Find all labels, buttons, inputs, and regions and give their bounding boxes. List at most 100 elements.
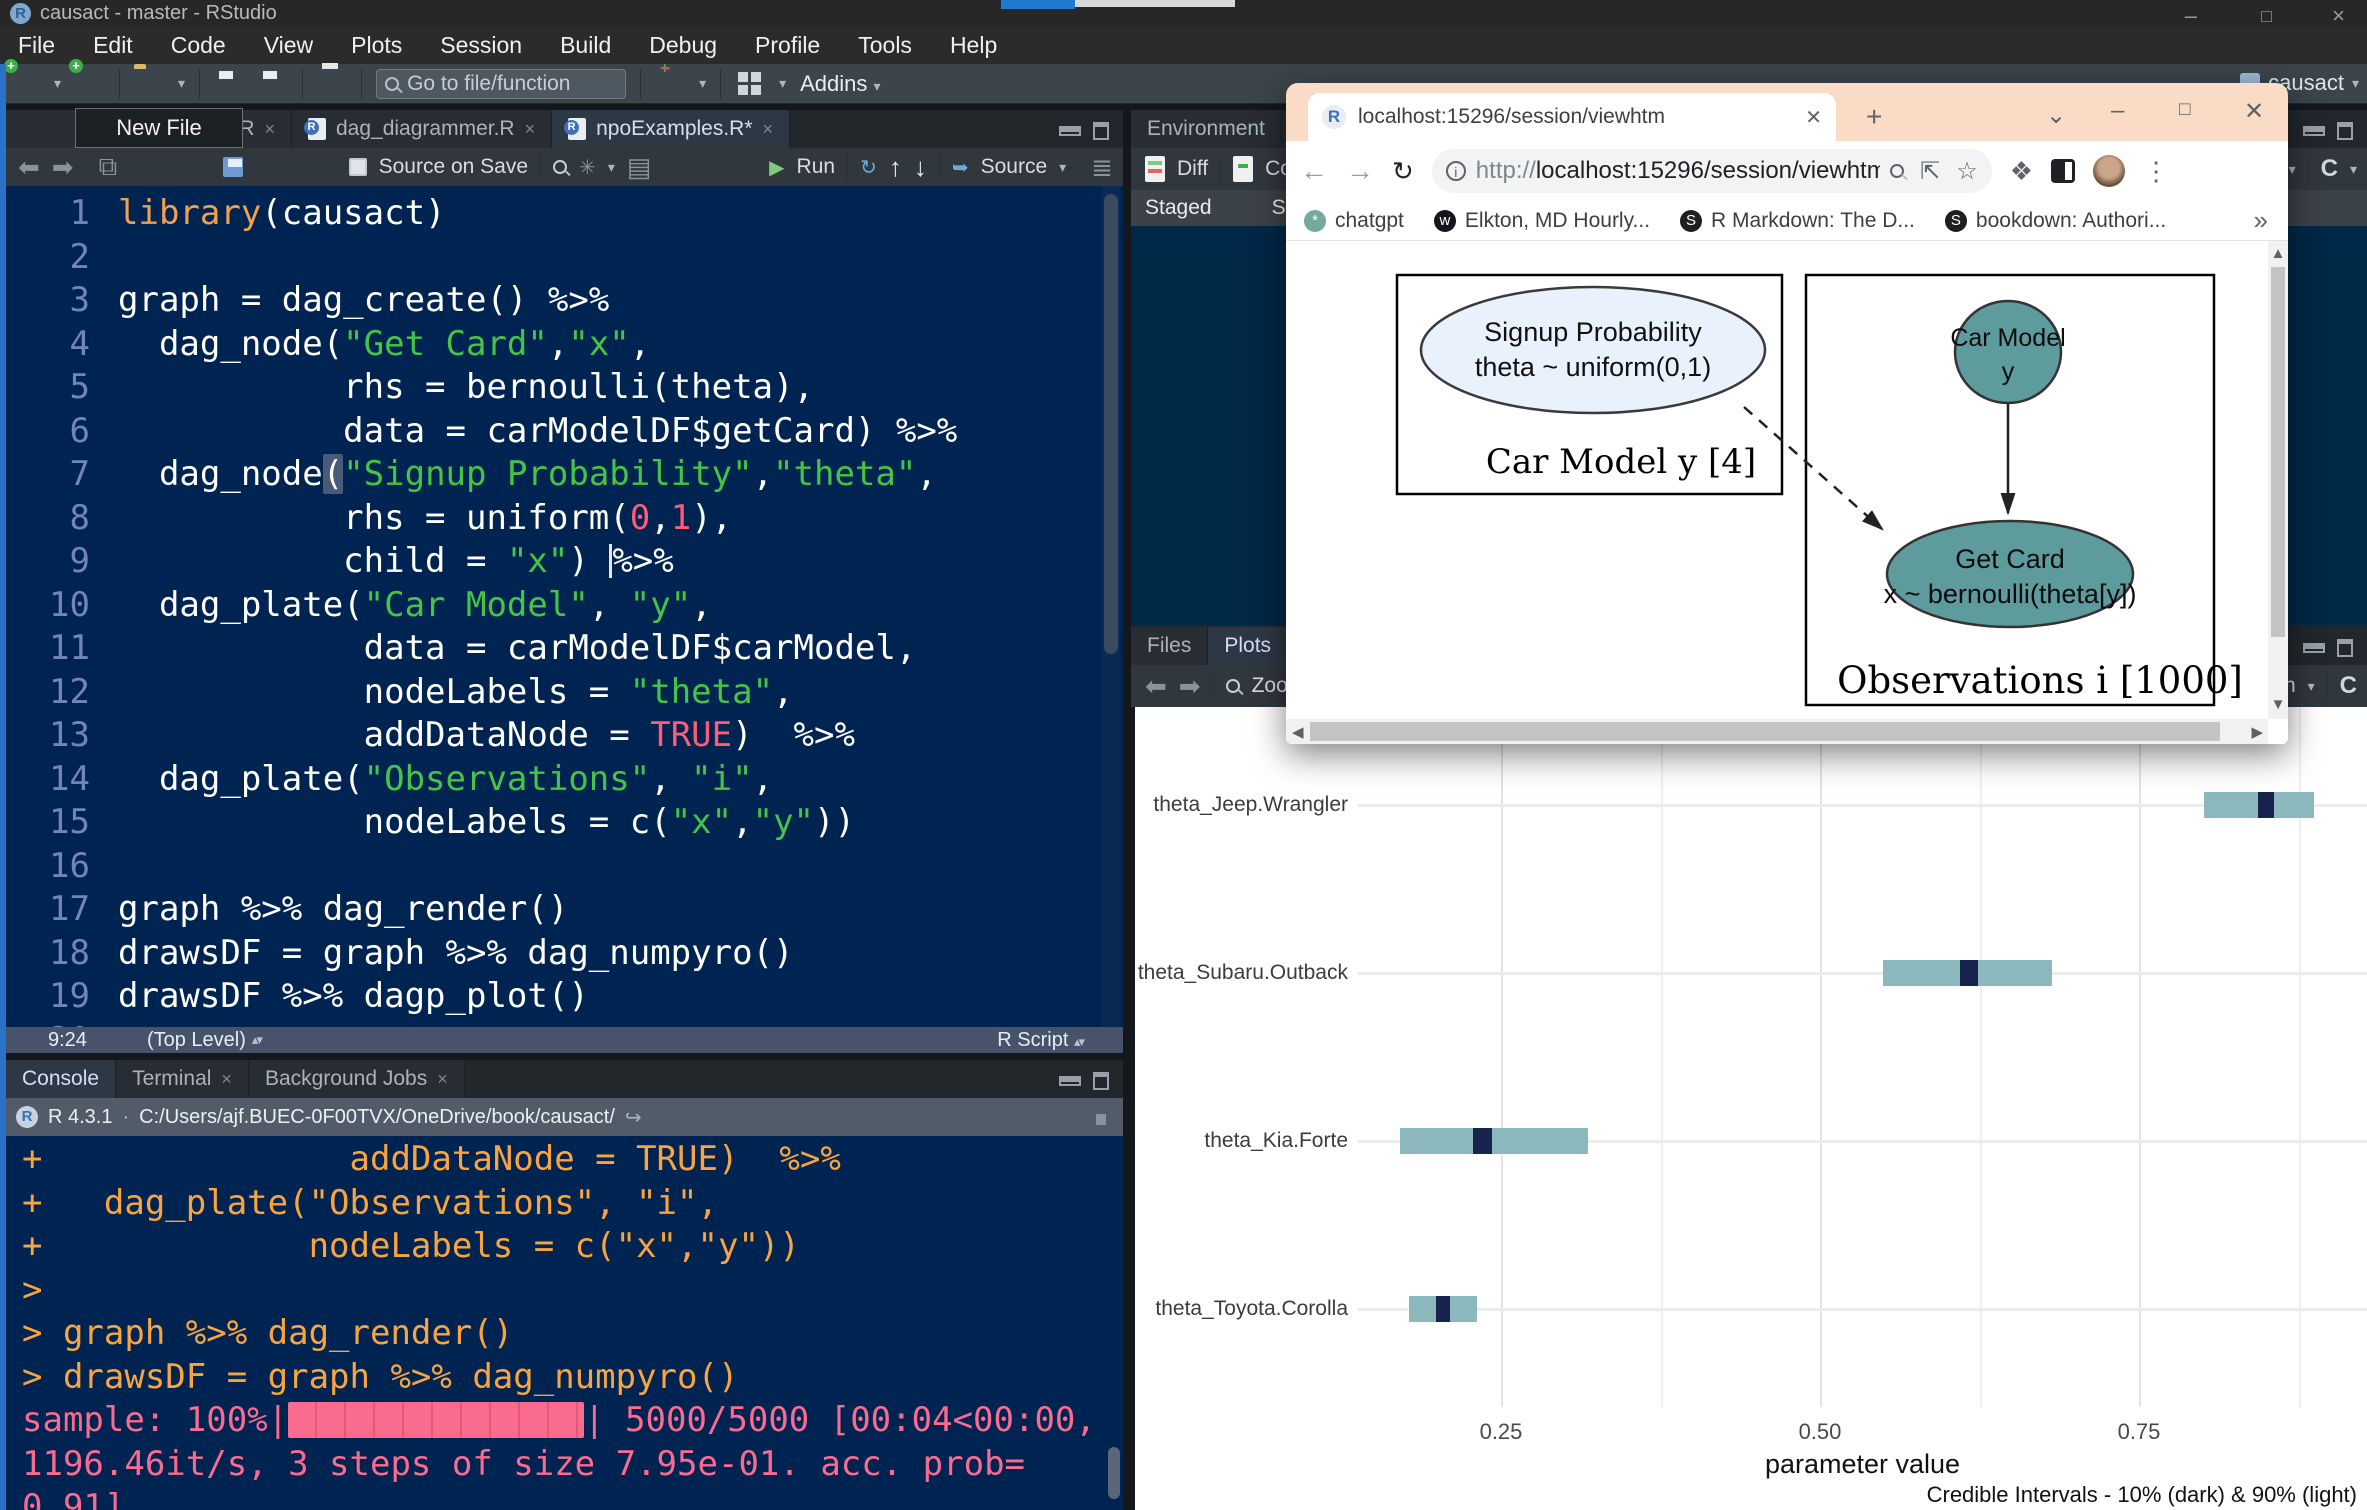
bookmark-rmarkdown[interactable]: SR Markdown: The D... [1680, 209, 1915, 233]
bookmark-star-icon[interactable]: ☆ [1956, 157, 1978, 186]
address-bar[interactable]: i http://localhost:15296/session/viewhtm… [1432, 149, 1992, 193]
menu-item-build[interactable]: Build [560, 32, 611, 59]
source-on-save-checkbox[interactable] [349, 158, 367, 176]
browser-close-button[interactable]: ✕ [2244, 97, 2264, 126]
horizontal-scroll-thumb[interactable] [1310, 722, 2220, 741]
menu-item-file[interactable]: File [18, 32, 55, 59]
code-editor[interactable]: 1library(causact)23graph = dag_create() … [6, 186, 1102, 1027]
file-type-selector[interactable]: R Script ▴▾ [997, 1029, 1083, 1052]
new-file-button[interactable]: + [10, 69, 40, 99]
tab-search-chevron-icon[interactable]: ⌄ [2046, 101, 2066, 130]
previous-plot-icon[interactable]: ⬅ [1145, 671, 1167, 702]
code-line[interactable]: 11 data = carModelDF$carModel, [6, 627, 1102, 671]
workspace-panes-button[interactable] [735, 69, 765, 99]
code-line[interactable]: 14 dag_plate("Observations", "i", [6, 758, 1102, 802]
menu-item-plots[interactable]: Plots [351, 32, 402, 59]
diff-icon[interactable] [1145, 156, 1165, 182]
minimize-pane-icon[interactable] [1059, 1076, 1081, 1086]
new-file-dropdown-icon[interactable]: ▾ [54, 75, 61, 92]
code-line[interactable]: 8 rhs = uniform(0,1), [6, 497, 1102, 541]
browser-maximize-button[interactable]: □ [2179, 99, 2190, 121]
tab-files[interactable]: Files [1131, 627, 1208, 665]
bookmark-bookdown[interactable]: Sbookdown: Authori... [1945, 209, 2166, 233]
tab-console[interactable]: Console [6, 1060, 116, 1098]
find-icon[interactable] [553, 160, 567, 174]
code-line[interactable]: 17graph %>% dag_render() [6, 888, 1102, 932]
editor-scrollbar-thumb[interactable] [1104, 194, 1118, 654]
git-more-dropdown-icon[interactable]: ▾ [2289, 161, 2296, 178]
menu-item-profile[interactable]: Profile [755, 32, 820, 59]
run-button[interactable]: Run [797, 155, 836, 179]
document-outline-icon[interactable]: ≣ [1091, 152, 1123, 183]
goto-file-input[interactable]: Go to file/function [376, 69, 626, 99]
zoom-plot-icon[interactable] [1226, 679, 1240, 693]
share-icon[interactable]: ⇱ [1920, 157, 1940, 186]
rerun-icon[interactable]: ↻ [860, 155, 877, 180]
code-line[interactable]: 6 data = carModelDF$getCard) %>% [6, 410, 1102, 454]
code-line[interactable]: 2 [6, 236, 1102, 280]
working-directory[interactable]: C:/Users/ajf.BUEC-0F00TVX/OneDrive/book/… [139, 1106, 615, 1129]
code-tools-dropdown-icon[interactable]: ▾ [608, 159, 615, 176]
goto-directory-icon[interactable]: ↪ [625, 1105, 642, 1130]
refresh-dropdown-icon[interactable]: ▾ [2350, 161, 2357, 178]
git-dropdown-icon[interactable]: ▾ [699, 75, 706, 92]
tab-environment[interactable]: Environment [1131, 110, 1282, 148]
close-tab-icon[interactable]: ✕ [1805, 105, 1822, 130]
save-file-icon[interactable] [223, 157, 243, 177]
code-line[interactable]: 12 nodeLabels = "theta", [6, 671, 1102, 715]
source-dropdown-icon[interactable]: ▾ [1059, 159, 1066, 176]
minimize-pane-icon[interactable] [2303, 643, 2325, 653]
code-line[interactable]: 20 [6, 1019, 1102, 1028]
code-tools-icon[interactable]: ✳ [579, 155, 596, 180]
source-button[interactable]: Source [981, 155, 1048, 179]
minimize-pane-icon[interactable] [1059, 126, 1081, 136]
close-tab-icon[interactable]: × [763, 119, 774, 140]
maximize-pane-icon[interactable] [1093, 1072, 1109, 1090]
code-line[interactable]: 1library(causact) [6, 192, 1102, 236]
browser-menu-icon[interactable]: ⋮ [2143, 156, 2169, 187]
new-tab-button[interactable]: + [1866, 101, 1882, 133]
maximize-pane-icon[interactable] [2337, 639, 2353, 657]
forward-icon[interactable]: ➡ [52, 152, 74, 183]
scope-spinner-icon[interactable]: ▴▾ [252, 1032, 261, 1048]
console-output[interactable]: + addDataNode = TRUE) %>%+ dag_plate("Ob… [6, 1136, 1123, 1510]
refresh-icon[interactable]: C [2321, 155, 2338, 183]
compile-report-icon[interactable]: ▤ [627, 152, 652, 183]
menu-item-edit[interactable]: Edit [93, 32, 133, 59]
code-line[interactable]: 5 rhs = bernoulli(theta), [6, 366, 1102, 410]
save-all-button[interactable] [258, 69, 288, 99]
extensions-puzzle-icon[interactable]: ❖ [2010, 156, 2033, 187]
run-next-icon[interactable]: ↓ [914, 152, 927, 183]
vertical-scroll-thumb[interactable] [2271, 267, 2285, 637]
code-line[interactable]: 9 child = "x") %>% [6, 540, 1102, 584]
addins-button[interactable]: Addins ▾ [800, 71, 880, 97]
browser-back-icon[interactable]: ← [1300, 155, 1328, 187]
close-button[interactable]: × [2332, 8, 2345, 24]
menu-item-session[interactable]: Session [440, 32, 522, 59]
site-info-icon[interactable]: i [1446, 161, 1466, 181]
tab-npo-examples[interactable]: npoExamples.R*× [552, 110, 790, 148]
browser-minimize-button[interactable]: – [2111, 97, 2124, 125]
side-panel-icon[interactable] [2051, 159, 2075, 183]
scroll-down-icon[interactable]: ▼ [2271, 696, 2286, 713]
bookmark-chatgpt[interactable]: *chatgpt [1304, 209, 1404, 233]
maximize-pane-icon[interactable] [1093, 122, 1109, 140]
menu-item-help[interactable]: Help [950, 32, 997, 59]
console-scrollbar-thumb[interactable] [1108, 1447, 1120, 1499]
diff-button[interactable]: Diff [1177, 157, 1208, 181]
run-icon[interactable]: ▶ [769, 155, 784, 180]
code-line[interactable]: 18drawsDF = graph %>% dag_numpyro() [6, 932, 1102, 976]
minimize-pane-icon[interactable] [2303, 126, 2325, 136]
git-button[interactable] [655, 69, 685, 99]
browser-forward-icon[interactable]: → [1346, 155, 1374, 187]
maximize-button[interactable]: □ [2261, 8, 2272, 24]
scroll-right-icon[interactable]: ▶ [2251, 723, 2263, 741]
minimize-button[interactable]: – [2185, 8, 2197, 24]
refresh-plot-icon[interactable]: C [2340, 672, 2357, 700]
close-tab-icon[interactable]: × [525, 119, 536, 140]
scope-indicator[interactable]: (Top Level) [147, 1029, 246, 1052]
source-icon[interactable]: ➥ [952, 155, 969, 180]
maximize-pane-icon[interactable] [2337, 122, 2353, 140]
code-line[interactable]: 15 nodeLabels = c("x","y")) [6, 801, 1102, 845]
open-file-button[interactable] [134, 69, 164, 99]
